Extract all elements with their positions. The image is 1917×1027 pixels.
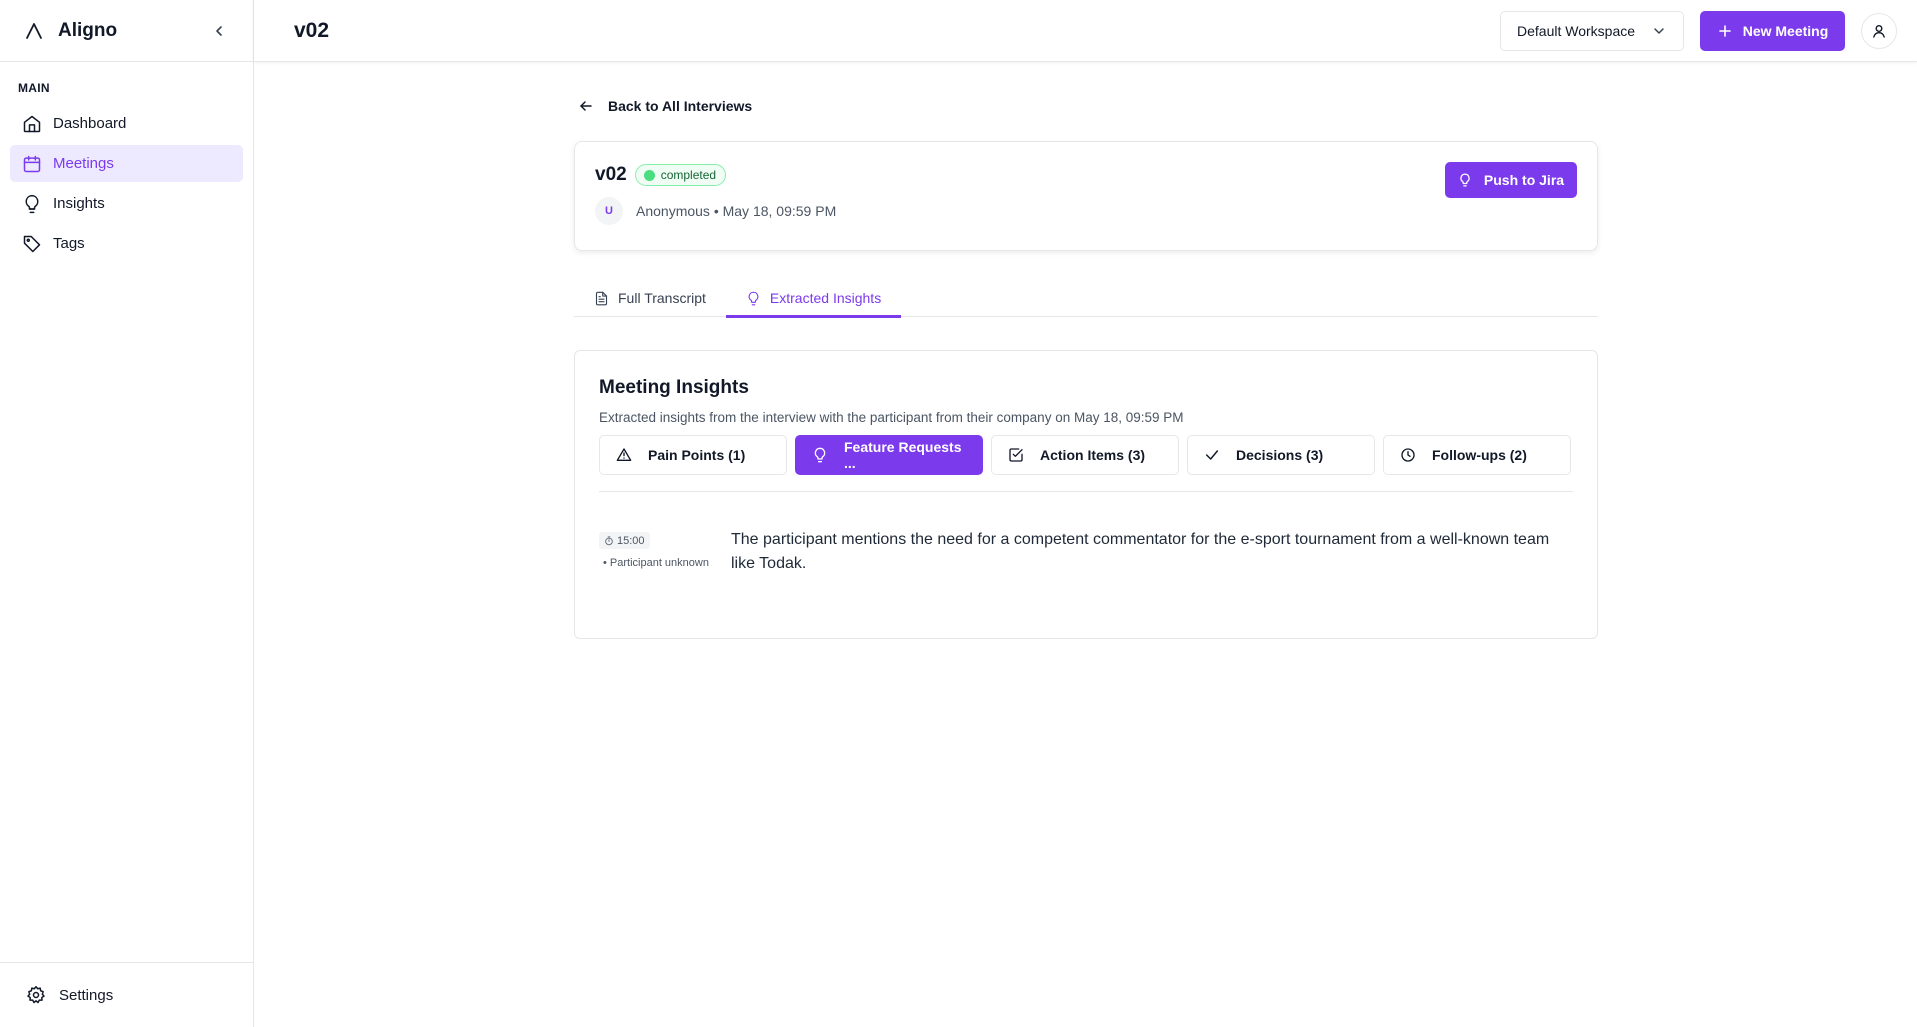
workspace-select-value: Default Workspace: [1517, 22, 1636, 39]
status-badge: completed: [634, 164, 727, 186]
sidebar-section-label: MAIN: [18, 81, 50, 95]
header-actions: Default Workspace New Meeting: [1500, 10, 1897, 51]
meeting-meta-text: Anonymous • May 18, 09:59 PM: [636, 203, 837, 219]
calendar-icon: [22, 154, 42, 174]
category-label: Feature Requests ...: [844, 439, 962, 471]
insight-text: The participant mentions the need for a …: [731, 531, 1550, 572]
meeting-summary-card: v02 completed U Anonymous • May 18, 09:5…: [574, 141, 1598, 251]
tab-label: Full Transcript: [618, 290, 706, 306]
sidebar-nav: Dashboard Meetings Insights Tags: [0, 105, 253, 262]
meeting-title-row: v02 completed: [595, 164, 1577, 186]
timestamp-label: 15:00: [617, 534, 645, 547]
lightbulb-icon: [22, 194, 42, 214]
sidebar: Aligno MAIN Dashboard Meetings Insights: [0, 0, 254, 1027]
meeting-insights-card: Meeting Insights Extracted insights from…: [574, 350, 1598, 639]
tag-icon: [22, 234, 42, 254]
insights-title: Meeting Insights: [599, 377, 749, 398]
new-meeting-label: New Meeting: [1742, 22, 1829, 39]
avatar: U: [595, 197, 623, 225]
lightbulb-icon: [746, 291, 761, 306]
check-icon: [1204, 447, 1220, 463]
clock-icon: [1400, 447, 1416, 463]
sidebar-item-label: Dashboard: [53, 115, 127, 132]
category-feature-requests-button[interactable]: Feature Requests ...: [795, 435, 983, 475]
tab-full-transcript[interactable]: Full Transcript: [574, 279, 726, 317]
top-header: v02 Default Workspace New Meeting: [254, 0, 1917, 62]
tab-extracted-insights[interactable]: Extracted Insights: [725, 279, 902, 318]
insight-meta: 15:00 • Participant unknown: [599, 532, 731, 576]
category-follow-ups-button[interactable]: Follow-ups (2): [1383, 435, 1571, 475]
timer-icon: [604, 535, 614, 546]
collapse-sidebar-button[interactable]: [209, 21, 229, 41]
page-title: v02: [294, 18, 330, 42]
back-link-label: Back to All Interviews: [608, 98, 753, 114]
insight-category-filters: Pain Points (1) Feature Requests ... Act…: [599, 435, 1573, 492]
category-label: Pain Points (1): [648, 447, 746, 463]
user-icon: [1871, 23, 1887, 39]
insights-subtitle: Extracted insights from the interview wi…: [599, 410, 1184, 425]
participant-label: • Participant unknown: [603, 556, 709, 569]
user-menu-button[interactable]: [1861, 12, 1897, 49]
chevron-down-icon: [1651, 23, 1667, 39]
status-label: completed: [660, 168, 717, 182]
lightbulb-icon: [1458, 173, 1472, 187]
brand: Aligno: [0, 0, 253, 62]
tab-label: Extracted Insights: [769, 290, 882, 306]
file-text-icon: [594, 291, 609, 306]
sidebar-item-label: Meetings: [53, 155, 114, 172]
sidebar-item-label: Insights: [53, 195, 105, 212]
new-meeting-button[interactable]: New Meeting: [1700, 10, 1845, 51]
timestamp-chip[interactable]: 15:00: [599, 532, 650, 549]
home-icon: [22, 114, 42, 134]
category-decisions-button[interactable]: Decisions (3): [1187, 435, 1375, 475]
sidebar-item-insights[interactable]: Insights: [10, 185, 243, 222]
lightbulb-icon: [812, 447, 828, 463]
category-label: Decisions (3): [1236, 447, 1324, 463]
plus-icon: [1717, 23, 1733, 39]
sidebar-item-tags[interactable]: Tags: [10, 225, 243, 262]
gear-icon: [26, 985, 46, 1005]
meeting-meta: U Anonymous • May 18, 09:59 PM: [595, 197, 1577, 225]
meeting-title: v02: [595, 164, 627, 185]
sidebar-item-meetings[interactable]: Meetings: [10, 145, 243, 182]
category-label: Action Items (3): [1040, 447, 1146, 463]
category-action-items-button[interactable]: Action Items (3): [991, 435, 1179, 475]
list-item: 15:00 • Participant unknown The particip…: [599, 531, 1573, 576]
aligno-logo-icon: [24, 21, 44, 41]
main-content: Back to All Interviews v02 completed U A…: [574, 62, 1598, 639]
app-name: Aligno: [58, 19, 118, 41]
sidebar-item-dashboard[interactable]: Dashboard: [10, 105, 243, 142]
arrow-left-icon: [578, 98, 594, 114]
sidebar-item-settings[interactable]: Settings: [0, 962, 254, 1027]
status-dot-icon: [643, 169, 655, 181]
workspace-select[interactable]: Default Workspace: [1500, 10, 1684, 51]
alert-triangle-icon: [616, 447, 632, 463]
category-label: Follow-ups (2): [1432, 447, 1527, 463]
view-tabs: Full Transcript Extracted Insights: [574, 279, 1598, 318]
category-pain-points-button[interactable]: Pain Points (1): [599, 435, 787, 475]
push-to-jira-button[interactable]: Push to Jira: [1445, 162, 1577, 198]
push-to-jira-label: Push to Jira: [1483, 172, 1565, 188]
settings-label: Settings: [59, 986, 114, 1004]
back-to-interviews-link[interactable]: Back to All Interviews: [578, 98, 752, 114]
sidebar-item-label: Tags: [53, 235, 85, 252]
check-square-icon: [1008, 447, 1024, 463]
